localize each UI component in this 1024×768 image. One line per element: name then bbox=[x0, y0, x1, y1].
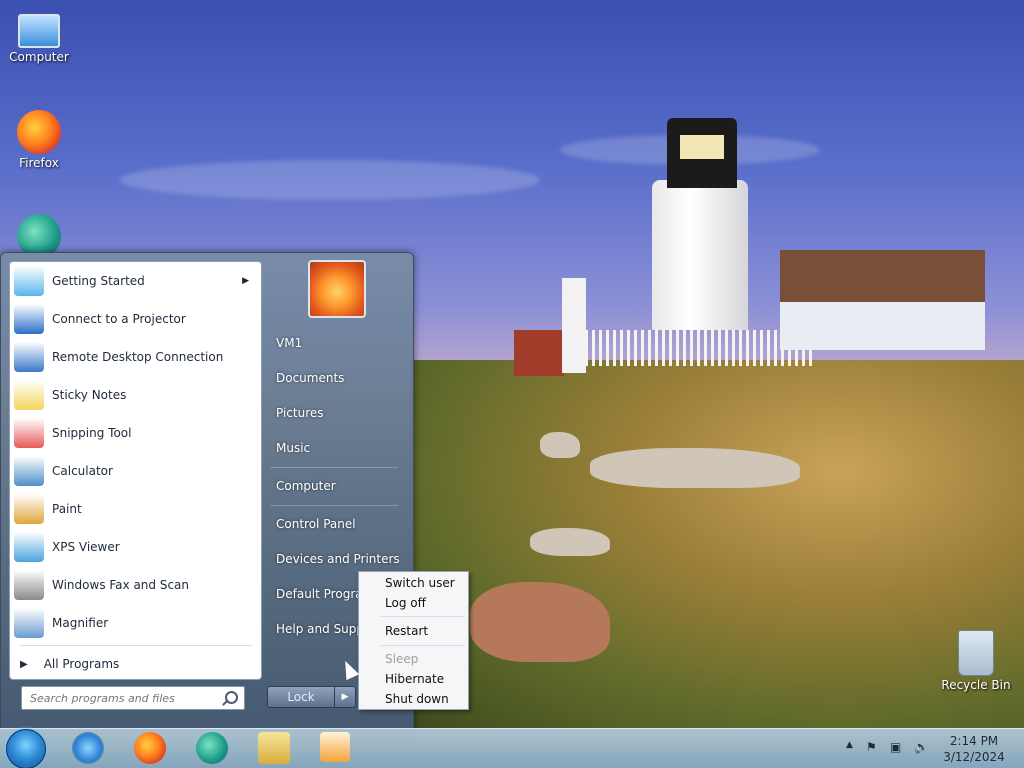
start-link[interactable]: Computer bbox=[276, 479, 336, 493]
program-item[interactable]: Paint bbox=[10, 491, 261, 527]
getting-started-icon bbox=[14, 266, 44, 296]
power-options-button[interactable]: ▶ bbox=[334, 686, 356, 708]
power-menu-item[interactable]: Shut down bbox=[385, 692, 449, 706]
desktop-icon-computer[interactable]: Computer bbox=[3, 8, 75, 64]
program-item[interactable]: XPS Viewer bbox=[10, 529, 261, 565]
wallpaper-cloud bbox=[120, 160, 540, 200]
power-options-menu: Switch user Log off Restart Sleep Hibernate S… bbox=[358, 571, 469, 710]
wallpaper-tower bbox=[562, 278, 586, 373]
program-label: Connect to a Projector bbox=[52, 312, 186, 326]
lock-button[interactable]: Lock bbox=[267, 686, 335, 708]
paint-icon bbox=[14, 494, 44, 524]
start-link[interactable]: VM1 bbox=[276, 336, 302, 350]
show-hidden-icons-button[interactable]: ▲ bbox=[846, 740, 853, 750]
program-item[interactable]: Windows Fax and Scan bbox=[10, 567, 261, 603]
wallpaper-rock bbox=[540, 432, 580, 458]
wallpaper-grass bbox=[410, 360, 1024, 728]
power-menu-item[interactable]: Log off bbox=[385, 596, 426, 610]
program-item[interactable]: Snipping Tool bbox=[10, 415, 261, 451]
program-label: Sticky Notes bbox=[52, 388, 127, 402]
wallpaper-rock bbox=[590, 448, 800, 488]
start-button[interactable] bbox=[6, 729, 46, 768]
program-item[interactable]: Calculator bbox=[10, 453, 261, 489]
sticky-notes-icon bbox=[14, 380, 44, 410]
program-item[interactable]: Magnifier bbox=[10, 605, 261, 641]
triangle-right-icon: ▶ bbox=[341, 692, 349, 702]
desktop-icon-label: Firefox bbox=[19, 156, 59, 170]
divider bbox=[270, 505, 398, 506]
desktop: Computer Firefox Recycle Bin ▶ All Progr… bbox=[0, 0, 1024, 768]
system-clock[interactable]: 2:14 PM 3/12/2024 bbox=[940, 733, 1008, 765]
power-menu-item: Sleep bbox=[385, 652, 419, 666]
program-label: Getting Started bbox=[52, 274, 145, 288]
all-programs-label: All Programs bbox=[43, 657, 120, 671]
remote-desktop-icon bbox=[14, 342, 44, 372]
program-item[interactable]: Sticky Notes bbox=[10, 377, 261, 413]
divider bbox=[270, 467, 398, 468]
xps-viewer-icon bbox=[14, 532, 44, 562]
snipping-tool-icon bbox=[14, 418, 44, 448]
start-link[interactable]: Music bbox=[276, 441, 310, 455]
user-picture[interactable] bbox=[308, 260, 366, 318]
program-label: Paint bbox=[52, 502, 82, 516]
projector-icon bbox=[14, 304, 44, 334]
program-label: Snipping Tool bbox=[52, 426, 132, 440]
divider bbox=[381, 645, 465, 646]
wallpaper-lighthouse bbox=[652, 180, 748, 330]
desktop-icon-edge[interactable] bbox=[3, 214, 75, 252]
start-link[interactable]: Devices and Printers bbox=[276, 552, 400, 566]
power-menu-item[interactable]: Hibernate bbox=[385, 672, 444, 686]
internet-explorer-icon[interactable] bbox=[72, 732, 104, 764]
search-icon[interactable] bbox=[225, 691, 238, 704]
start-link[interactable]: Documents bbox=[276, 371, 344, 385]
firefox-icon bbox=[17, 110, 61, 154]
desktop-icon-firefox[interactable]: Firefox bbox=[3, 110, 75, 170]
start-link[interactable]: Pictures bbox=[276, 406, 324, 420]
power-menu-item[interactable]: Restart bbox=[385, 624, 428, 638]
program-item[interactable]: Remote Desktop Connection bbox=[10, 339, 261, 375]
program-label: Windows Fax and Scan bbox=[52, 578, 190, 592]
search-input[interactable] bbox=[21, 686, 245, 710]
program-label: Magnifier bbox=[52, 616, 109, 630]
magnifier-icon bbox=[14, 608, 44, 638]
wallpaper-lighthouse-light bbox=[680, 135, 724, 159]
wallpaper-rock bbox=[530, 528, 610, 556]
file-explorer-icon[interactable] bbox=[258, 732, 290, 764]
desktop-icon-recycle-bin[interactable]: Recycle Bin bbox=[940, 630, 1012, 692]
program-item[interactable]: Connect to a Projector bbox=[10, 301, 261, 337]
start-link[interactable]: Control Panel bbox=[276, 517, 356, 531]
divider bbox=[20, 645, 252, 646]
recycle-bin-icon bbox=[958, 630, 994, 676]
media-player-icon[interactable] bbox=[320, 732, 350, 762]
wallpaper-shed bbox=[514, 330, 564, 376]
action-center-flag-icon[interactable]: ⚑ bbox=[866, 740, 877, 754]
submenu-arrow-icon: ▶ bbox=[242, 276, 249, 286]
program-item[interactable]: Getting Started ▶ bbox=[10, 263, 261, 299]
program-label: XPS Viewer bbox=[52, 540, 120, 554]
program-label: Remote Desktop Connection bbox=[52, 350, 224, 364]
power-menu-item[interactable]: Switch user bbox=[385, 576, 455, 590]
computer-icon bbox=[18, 14, 60, 48]
volume-muted-icon[interactable]: 🔈 bbox=[914, 740, 929, 754]
start-menu-programs-pane: ▶ All Programs Getting Started ▶ Connect t… bbox=[9, 261, 262, 680]
clock-date: 3/12/2024 bbox=[943, 750, 1005, 764]
wallpaper-house-roof bbox=[780, 250, 985, 302]
network-icon[interactable]: ▣ bbox=[890, 740, 901, 754]
desktop-icon-label: Computer bbox=[9, 50, 69, 64]
program-label: Calculator bbox=[52, 464, 113, 478]
desktop-icon-label: Recycle Bin bbox=[941, 678, 1011, 692]
firefox-icon[interactable] bbox=[134, 732, 166, 764]
triangle-right-icon: ▶ bbox=[20, 658, 28, 670]
search-field[interactable] bbox=[22, 688, 220, 709]
edge-icon[interactable] bbox=[196, 732, 228, 764]
all-programs-button[interactable]: ▶ All Programs bbox=[10, 652, 261, 676]
clock-time: 2:14 PM bbox=[949, 734, 999, 748]
divider bbox=[381, 616, 465, 617]
wallpaper-rock bbox=[470, 582, 610, 662]
fax-scan-icon bbox=[14, 570, 44, 600]
calculator-icon bbox=[14, 456, 44, 486]
edge-icon bbox=[17, 214, 61, 252]
